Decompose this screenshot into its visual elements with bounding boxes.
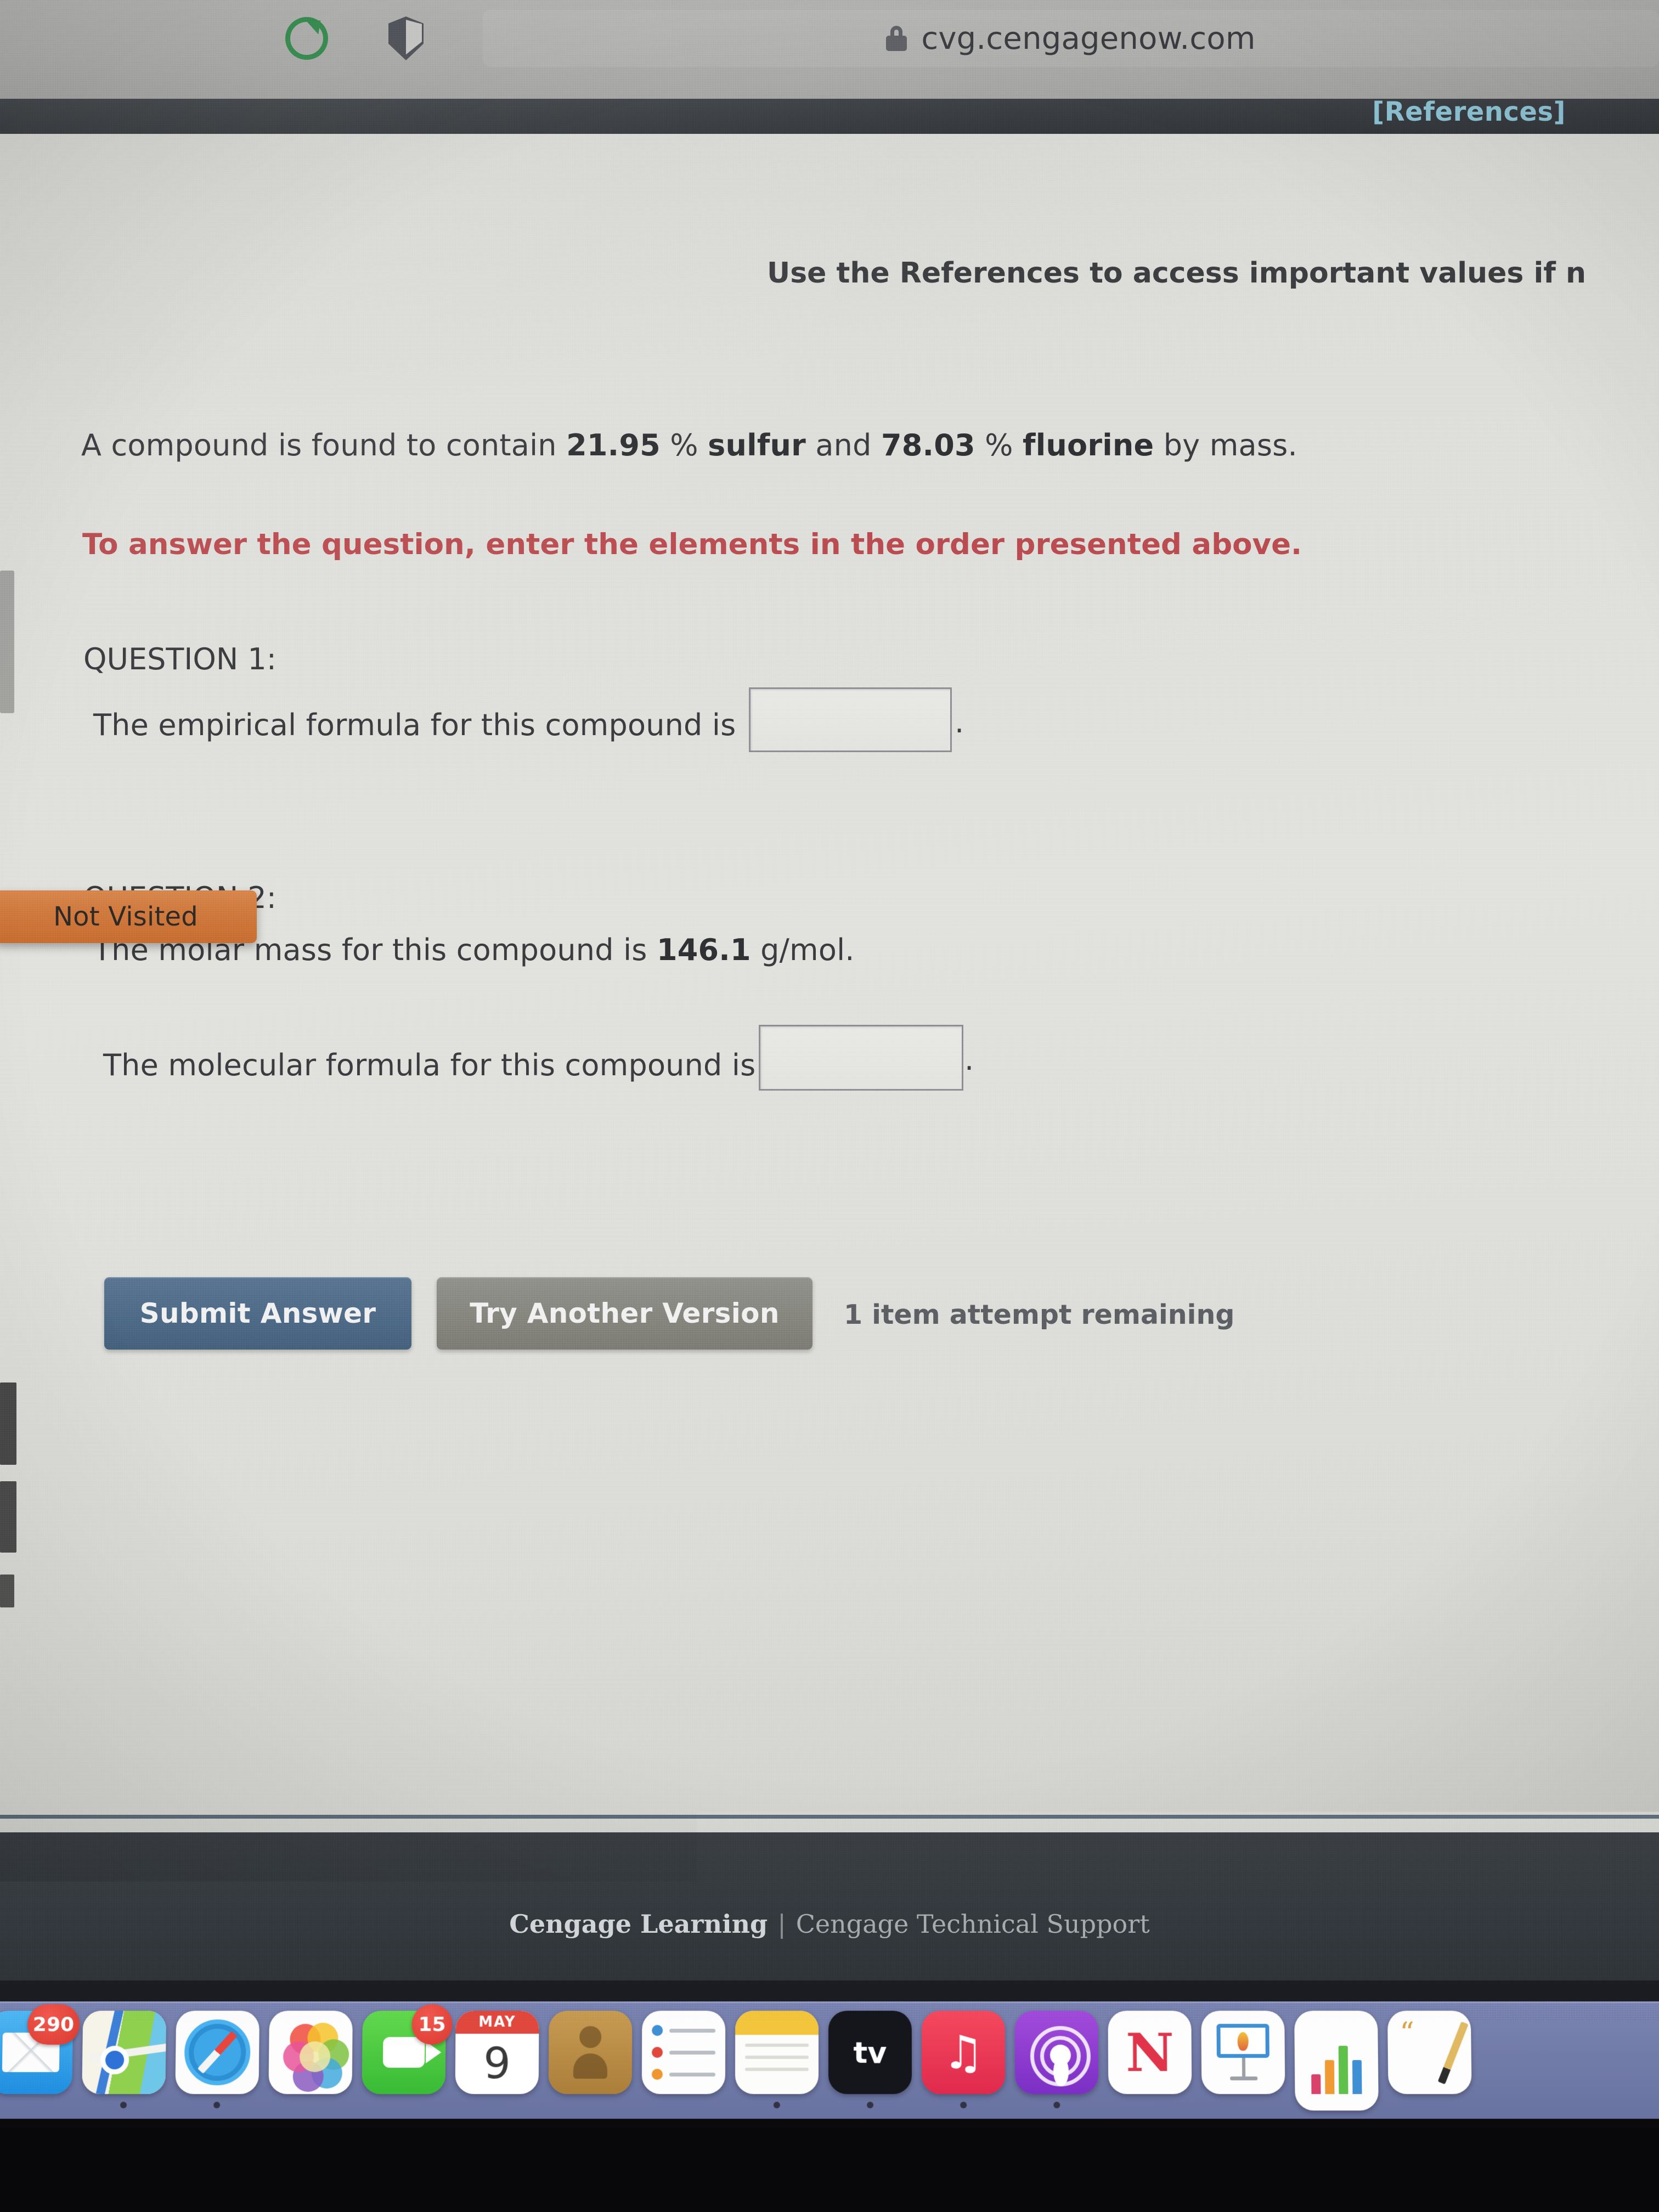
dock-item-podcasts[interactable] bbox=[1015, 2011, 1099, 2094]
order-instruction: To answer the question, enter the elemen… bbox=[82, 528, 1302, 561]
stem-percent-2: 78.03 bbox=[881, 428, 975, 462]
stem-part-4: % bbox=[975, 428, 1023, 462]
reminders-icon bbox=[642, 2011, 725, 2094]
news-icon: N bbox=[1108, 2011, 1192, 2094]
action-button-row: Submit Answer Try Another Version bbox=[104, 1277, 812, 1350]
photos-icon bbox=[268, 2011, 352, 2094]
references-link[interactable]: [References] bbox=[1372, 99, 1566, 127]
apple-tv-label: tv bbox=[853, 2035, 887, 2070]
music-glyph: ♫ bbox=[943, 2025, 984, 2079]
dock-item-mail[interactable]: 290 bbox=[0, 2011, 73, 2094]
stem-percent-1: 21.95 bbox=[566, 428, 661, 462]
mac-dock: 290 15 MAY 9 tv ♫ N “ bbox=[0, 2001, 1659, 2128]
safari-icon bbox=[175, 2011, 259, 2094]
attempts-remaining-text: 1 item attempt remaining bbox=[844, 1299, 1234, 1330]
scroll-edge-artifact bbox=[0, 571, 14, 713]
browser-toolbar: cvg.cengagenow.com bbox=[0, 0, 1659, 99]
reference-instruction: Use the References to access important v… bbox=[767, 257, 1586, 290]
molar-mass-value: 146.1 bbox=[657, 933, 751, 967]
stem-part-3: and bbox=[806, 428, 881, 462]
dock-item-numbers[interactable] bbox=[1294, 2011, 1378, 2094]
not-visited-tooltip: Not Visited bbox=[0, 890, 257, 943]
dock-item-pages[interactable]: “ bbox=[1387, 2011, 1472, 2094]
try-another-version-button[interactable]: Try Another Version bbox=[437, 1277, 812, 1350]
dock-item-maps[interactable] bbox=[82, 2011, 166, 2094]
molar-suffix: g/mol. bbox=[751, 933, 855, 967]
stem-element-2: fluorine bbox=[1023, 428, 1154, 462]
dock-item-photos[interactable] bbox=[268, 2011, 352, 2094]
notes-icon bbox=[735, 2011, 819, 2094]
reload-icon[interactable] bbox=[285, 17, 328, 60]
pages-icon: “ bbox=[1387, 2011, 1472, 2094]
keynote-icon bbox=[1201, 2011, 1285, 2094]
dock-item-facetime[interactable]: 15 bbox=[362, 2011, 446, 2094]
footer-separator: | bbox=[777, 1909, 786, 1939]
submit-answer-button[interactable]: Submit Answer bbox=[104, 1277, 411, 1350]
footer-text: Cengage Learning | Cengage Technical Suppo… bbox=[0, 1909, 1659, 1939]
numbers-icon bbox=[1294, 2011, 1379, 2111]
page-divider bbox=[0, 1815, 1659, 1819]
dock-item-keynote[interactable] bbox=[1201, 2011, 1285, 2094]
dock-item-news[interactable]: N bbox=[1108, 2011, 1192, 2094]
not-visited-label: Not Visited bbox=[53, 901, 198, 932]
dock-item-calendar[interactable]: MAY 9 bbox=[455, 2011, 539, 2094]
address-bar[interactable]: cvg.cengagenow.com bbox=[483, 10, 1659, 67]
maps-icon bbox=[82, 2011, 166, 2094]
podcasts-icon bbox=[1015, 2011, 1099, 2094]
web-page: [References] Use the References to acces… bbox=[0, 99, 1659, 1832]
shield-icon[interactable] bbox=[388, 16, 424, 60]
dock-item-apple-tv[interactable]: tv bbox=[828, 2011, 912, 2094]
references-bar: [References] bbox=[0, 99, 1659, 134]
dock-item-music[interactable]: ♫ bbox=[922, 2011, 1005, 2094]
dock-item-safari[interactable] bbox=[175, 2011, 259, 2094]
footer-brand: Cengage Learning bbox=[509, 1909, 768, 1939]
news-glyph: N bbox=[1126, 2022, 1174, 2084]
scroll-edge-artifact bbox=[0, 1575, 14, 1607]
stem-part-2: % bbox=[661, 428, 708, 462]
dock-item-contacts[interactable] bbox=[549, 2011, 633, 2094]
contacts-icon bbox=[549, 2011, 633, 2094]
question-1-prompt: The empirical formula for this compound … bbox=[93, 708, 736, 742]
dock-item-notes[interactable] bbox=[735, 2011, 819, 2094]
footer-support-link[interactable]: Cengage Technical Support bbox=[796, 1909, 1150, 1939]
calendar-day: 9 bbox=[455, 2034, 539, 2094]
stem-part-1: A compound is found to contain bbox=[81, 428, 566, 462]
calendar-icon: MAY 9 bbox=[455, 2011, 539, 2094]
lock-icon bbox=[886, 26, 907, 51]
question-2-prompt: The molecular formula for this compound … bbox=[103, 1048, 755, 1082]
url-text: cvg.cengagenow.com bbox=[921, 21, 1255, 57]
scroll-edge-artifact bbox=[0, 1481, 16, 1553]
mail-badge: 290 bbox=[27, 2004, 80, 2045]
calendar-month: MAY bbox=[455, 2011, 539, 2034]
facetime-badge: 15 bbox=[411, 2004, 452, 2045]
question-2-period: . bbox=[964, 1042, 974, 1077]
dock-item-reminders[interactable] bbox=[642, 2011, 725, 2094]
question-1-period: . bbox=[955, 705, 964, 740]
question-stem: A compound is found to contain 21.95 % s… bbox=[81, 428, 1297, 462]
apple-tv-icon: tv bbox=[828, 2011, 912, 2094]
molecular-formula-input[interactable] bbox=[759, 1025, 963, 1091]
music-icon: ♫ bbox=[922, 2011, 1005, 2094]
scroll-edge-artifact bbox=[0, 1383, 16, 1465]
stem-part-5: by mass. bbox=[1154, 428, 1297, 462]
empirical-formula-input[interactable] bbox=[749, 687, 952, 752]
stem-element-1: sulfur bbox=[708, 428, 806, 462]
screen-photo: cvg.cengagenow.com [References] Use the … bbox=[0, 0, 1659, 2212]
question-1-label: QUESTION 1: bbox=[83, 642, 276, 676]
screen-bezel-shadow bbox=[0, 1980, 1659, 2004]
screen-bottom-bezel bbox=[0, 2128, 1659, 2212]
toolbar-left-controls bbox=[285, 16, 424, 60]
